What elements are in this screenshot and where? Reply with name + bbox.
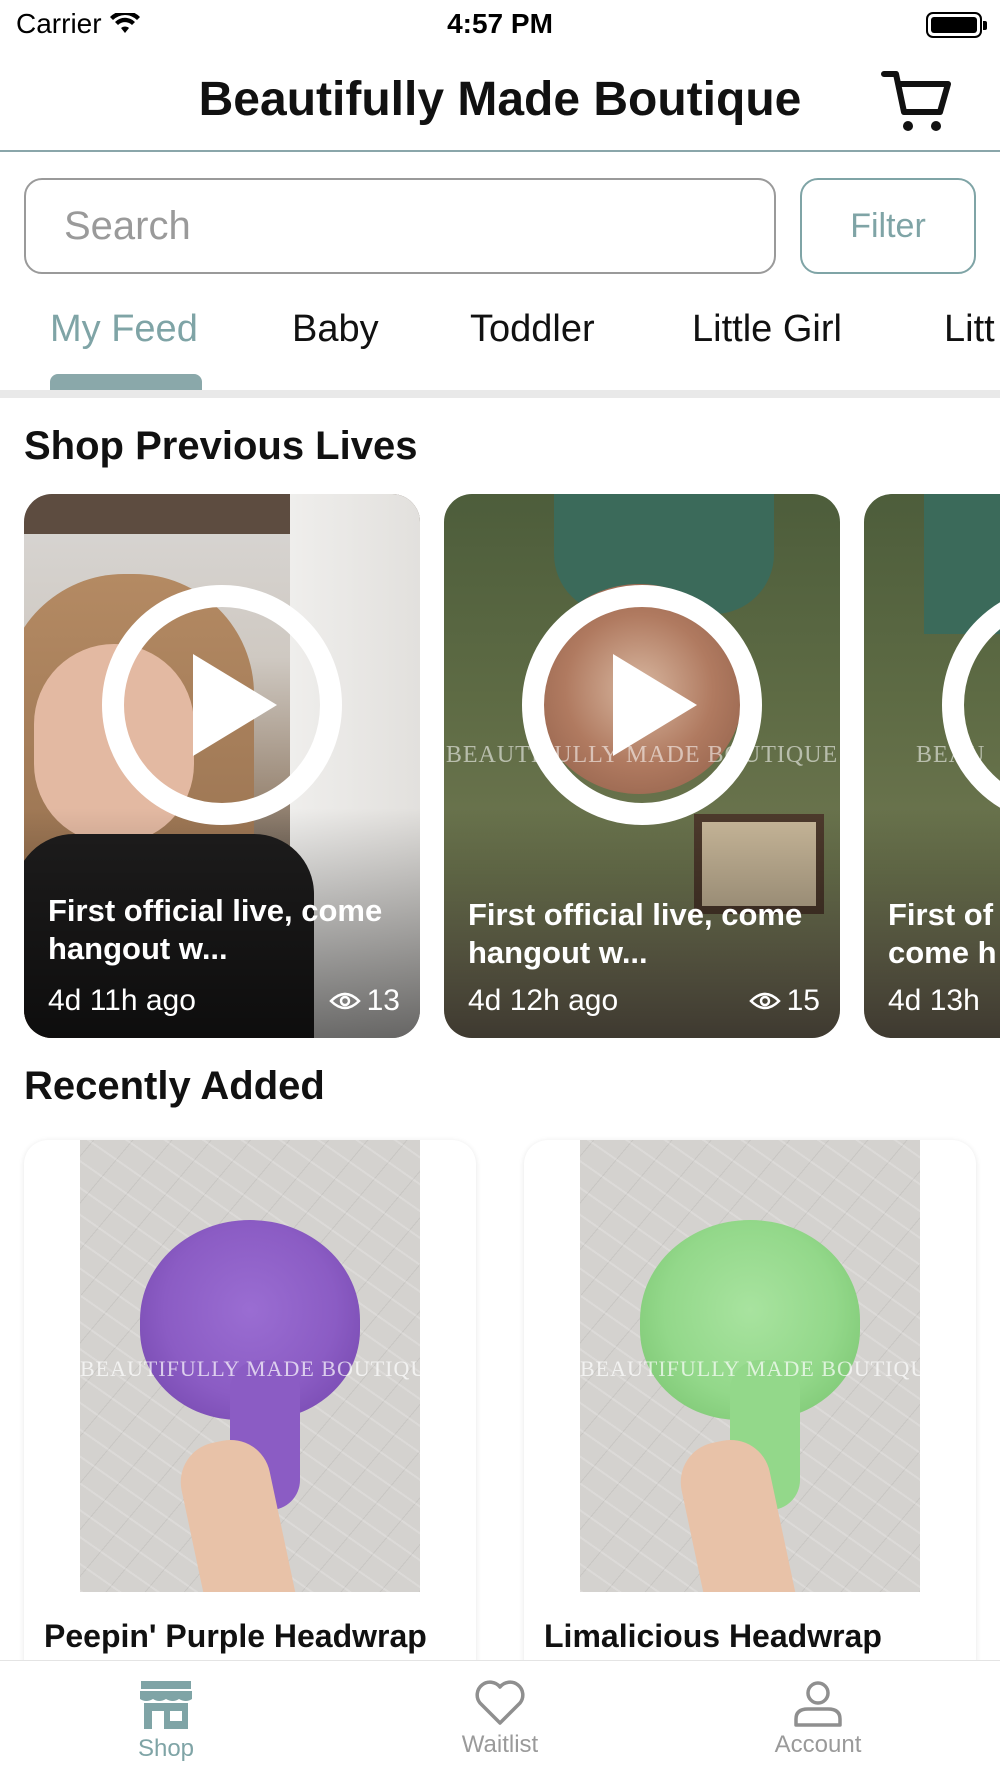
eye-icon xyxy=(328,992,361,1010)
play-icon[interactable] xyxy=(941,584,1000,826)
nav-label-waitlist: Waitlist xyxy=(461,1731,539,1758)
live-card[interactable]: First official live, come hangout w... 4… xyxy=(24,494,420,1038)
heart-icon xyxy=(475,1680,525,1725)
category-tabs: My Feed Baby Toddler Little Girl Litt xyxy=(0,288,1000,390)
tab-my-feed[interactable]: My Feed xyxy=(50,308,198,351)
cart-icon[interactable] xyxy=(880,68,952,134)
section-title-recent: Recently Added xyxy=(24,1064,325,1108)
nav-label-account: Account xyxy=(774,1731,862,1758)
tab-toddler[interactable]: Toddler xyxy=(470,308,595,351)
eye-icon xyxy=(748,992,781,1010)
live-card[interactable]: BEAUTIFULLY MADE BOUTIQUE First official… xyxy=(444,494,840,1038)
view-count-value: 13 xyxy=(366,984,400,1017)
product-watermark: BEAUTIFULLY MADE BOUTIQUE xyxy=(80,1356,420,1381)
section-title-lives: Shop Previous Lives xyxy=(24,424,418,468)
tabs-divider xyxy=(0,390,1000,398)
live-title: First of come h xyxy=(888,897,997,970)
live-title: First official live, come hangout w... xyxy=(468,897,803,970)
tab-baby[interactable]: Baby xyxy=(292,308,379,351)
product-name: Limalicious Headwrap xyxy=(544,1618,882,1654)
live-time: 4d 11h ago xyxy=(48,984,196,1017)
shop-icon xyxy=(140,1681,192,1729)
live-card[interactable]: BEAU First of come h 4d 13h xyxy=(864,494,1000,1038)
clock: 4:57 PM xyxy=(447,8,553,39)
live-view-count: 13 xyxy=(328,984,400,1018)
product-watermark: BEAUTIFULLY MADE BOUTIQUE xyxy=(580,1356,920,1381)
live-view-count: 15 xyxy=(748,984,820,1018)
person-icon xyxy=(794,1681,842,1727)
live-title: First official live, come hangout w... xyxy=(48,893,383,966)
lives-carousel[interactable]: First official live, come hangout w... 4… xyxy=(0,494,1000,1040)
tab-little-girl[interactable]: Little Girl xyxy=(692,308,842,351)
live-time: 4d 12h ago xyxy=(468,984,619,1017)
page-title: Beautifully Made Boutique xyxy=(198,73,802,126)
view-count-value: 15 xyxy=(786,984,820,1017)
play-icon[interactable] xyxy=(521,584,763,826)
battery-icon xyxy=(926,12,987,38)
active-tab-indicator xyxy=(50,374,202,390)
product-image: BEAUTIFULLY MADE BOUTIQUE xyxy=(580,1140,920,1592)
search-input[interactable] xyxy=(24,178,776,274)
tab-little-more[interactable]: Litt xyxy=(944,308,995,351)
product-image: BEAUTIFULLY MADE BOUTIQUE xyxy=(80,1140,420,1592)
live-time: 4d 13h xyxy=(888,984,980,1017)
nav-label-shop: Shop xyxy=(137,1735,195,1762)
status-bar: Carrier 4:57 PM xyxy=(0,0,1000,50)
product-name: Peepin' Purple Headwrap xyxy=(44,1618,427,1654)
nav-account[interactable]: Account xyxy=(738,1679,898,1759)
app-header: Beautifully Made Boutique xyxy=(0,52,1000,152)
filter-button[interactable]: Filter xyxy=(800,178,976,274)
nav-waitlist[interactable]: Waitlist xyxy=(420,1679,580,1759)
nav-shop[interactable]: Shop xyxy=(86,1679,246,1763)
play-icon[interactable] xyxy=(101,584,343,826)
bottom-nav: Shop Waitlist Account xyxy=(0,1660,1000,1778)
